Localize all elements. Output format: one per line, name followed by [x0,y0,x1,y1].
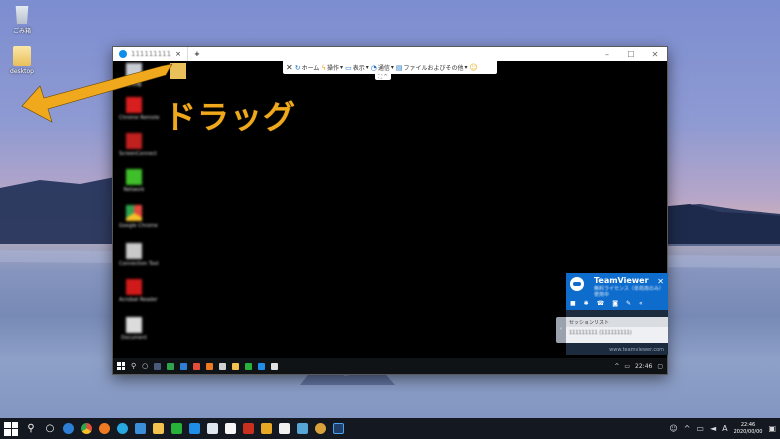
network-icon[interactable]: ▭ [696,424,704,433]
photoshop-icon[interactable] [333,423,344,434]
file-icon[interactable] [225,423,236,434]
photos-icon[interactable] [297,423,308,434]
clock[interactable]: 22:46 2020/00/00 [734,422,763,436]
notification-icon[interactable]: ▣ [768,424,776,433]
clock-time: 22:46 [740,421,756,428]
drag-annotation-arrow [21,63,173,123]
settings-icon[interactable] [315,423,326,434]
paint-icon[interactable] [279,423,290,434]
skype-icon[interactable] [117,423,128,434]
task-view-icon[interactable]: ○ [44,423,56,434]
start-button[interactable] [4,421,18,436]
teamviewer-icon[interactable] [189,423,200,434]
firefox-icon[interactable] [99,423,110,434]
language-indicator[interactable]: A [722,424,727,433]
search-icon[interactable]: ⚲ [25,423,37,434]
explorer-icon[interactable] [153,423,164,434]
chrome-icon[interactable] [81,423,92,434]
volume-icon[interactable]: ◄ [710,424,716,433]
drag-annotation-label: ドラッグ [164,98,297,136]
app-icon[interactable] [261,423,272,434]
notepad-icon[interactable] [207,423,218,434]
edge-icon[interactable] [63,423,74,434]
windows-taskbar: ⚲ ○ ☺ ^ ▭ ◄ A 22:46 2020/00/00 ▣ [0,418,780,439]
chevron-up-icon[interactable]: ^ [684,424,691,433]
store-icon[interactable] [135,423,146,434]
clock-date: 2020/00/00 [733,428,763,435]
system-tray: ☺ ^ ▭ ◄ A 22:46 2020/00/00 ▣ [669,422,776,436]
line-icon[interactable] [171,423,182,434]
filezilla-icon[interactable] [243,423,254,434]
people-icon[interactable]: ☺ [669,424,677,433]
